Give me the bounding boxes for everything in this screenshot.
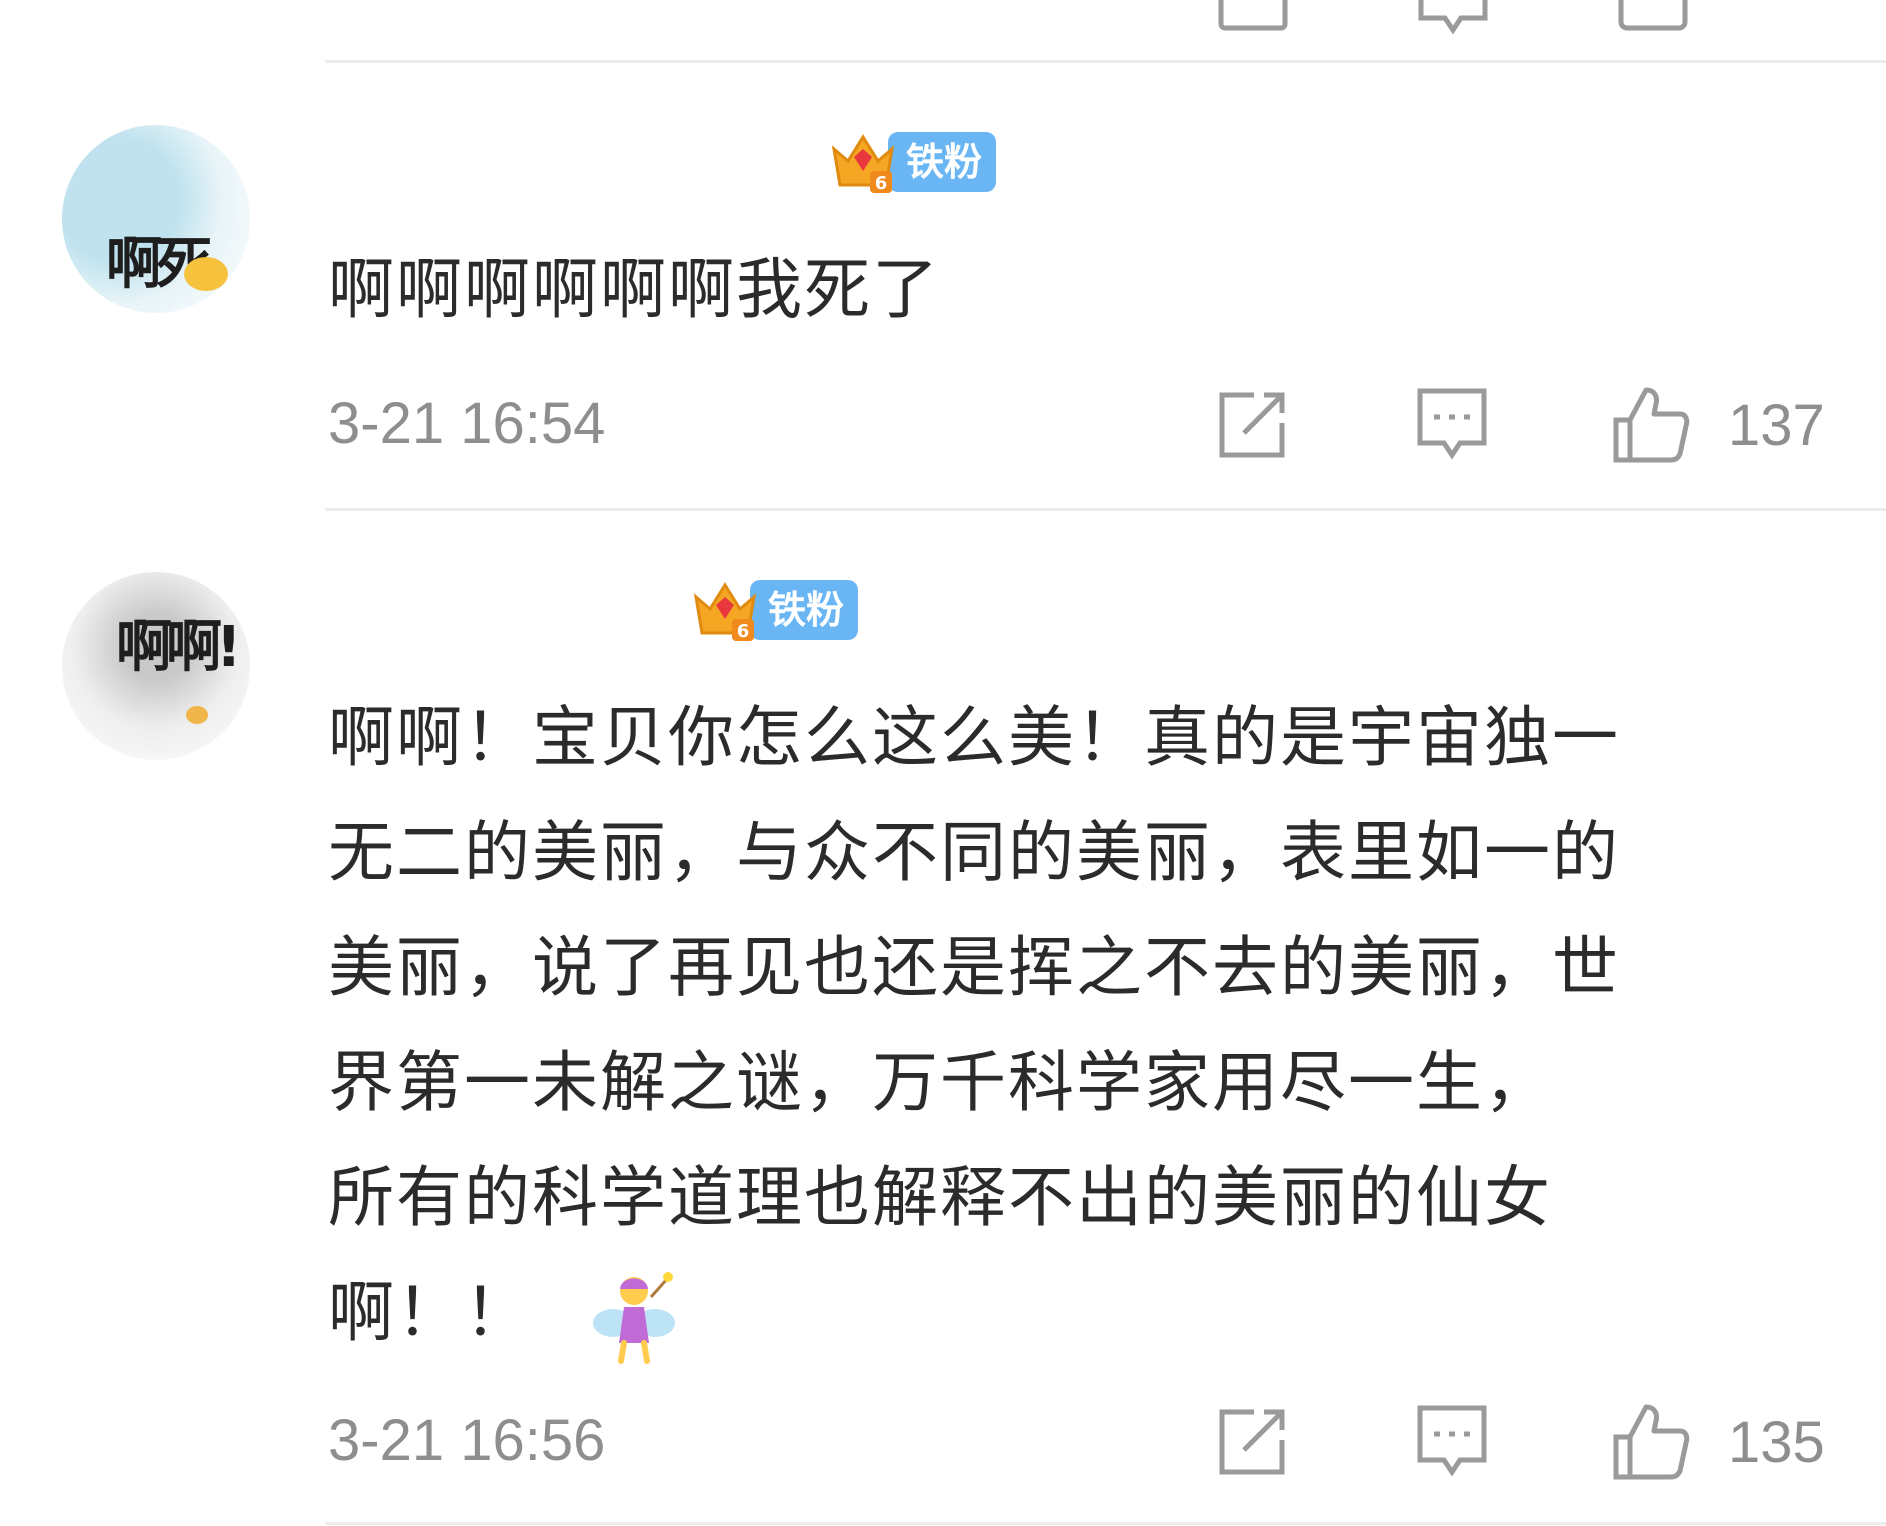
repost-button[interactable] (1214, 380, 1290, 470)
like-button[interactable]: 135 (1610, 1397, 1825, 1487)
like-icon (1613, 387, 1690, 463)
badge-level: 6 (875, 173, 888, 194)
badge-level: 6 (737, 621, 750, 642)
like-icon[interactable] (1615, 0, 1691, 38)
comment-text: 啊啊！宝贝你怎么这么美！真的是宇宙独一 无二的美丽，与众不同的美丽，表里如一的 … (328, 680, 1828, 1370)
avatar[interactable]: 啊死 (62, 125, 250, 313)
like-count: 137 (1728, 392, 1825, 458)
like-button[interactable]: 137 (1610, 380, 1825, 470)
avatar-decoration (184, 257, 228, 291)
fan-badge[interactable]: 6 铁粉 (828, 132, 997, 194)
comment-text-line: 无二的美丽，与众不同的美丽，表里如一的 (328, 814, 1620, 891)
timestamp: 3-21 16:54 (328, 391, 606, 456)
timestamp: 3-21 16:56 (328, 1408, 606, 1473)
previous-comment-actions (0, 0, 1886, 62)
badge-label: 铁粉 (750, 580, 859, 640)
divider (325, 508, 1886, 511)
comment-meta: 3-21 16:56 135 (328, 1397, 1848, 1487)
fairy-emoji-icon (592, 1271, 675, 1364)
comment-text-line: 啊！！ (328, 1274, 532, 1351)
comment-list: 啊死 6 铁粉 啊啊啊啊啊啊我死了 3-21 16:54 137 啊啊! 6 铁… (0, 0, 1886, 1526)
comment-icon (1417, 388, 1487, 460)
badge-label: 铁粉 (888, 132, 997, 192)
comment-text-line-last: 啊！！ (328, 1255, 1828, 1370)
comment-text-line: 界第一未解之谜，万千科学家用尽一生， (328, 1044, 1552, 1121)
comment-meta: 3-21 16:54 137 (328, 380, 1848, 470)
crown-icon: 6 (831, 134, 895, 194)
comment-icon[interactable] (1415, 0, 1491, 42)
comment-text: 啊啊啊啊啊啊我死了 (328, 251, 940, 328)
repost-icon (1219, 392, 1285, 458)
avatar[interactable]: 啊啊! (62, 572, 250, 760)
divider (325, 60, 1886, 63)
comment-button[interactable] (1414, 1397, 1490, 1487)
like-count: 135 (1728, 1409, 1825, 1475)
comment-icon (1417, 1405, 1487, 1477)
repost-icon (1219, 1409, 1285, 1475)
comment-text-line: 美丽，说了再见也还是挥之不去的美丽，世 (328, 929, 1620, 1006)
avatar-text: 啊啊! (116, 615, 242, 680)
repost-icon[interactable] (1215, 0, 1291, 38)
comment-text-line: 啊啊！宝贝你怎么这么美！真的是宇宙独一 (328, 699, 1620, 776)
repost-button[interactable] (1214, 1397, 1290, 1487)
comment-text-line: 所有的科学道理也解释不出的美丽的仙女 (328, 1159, 1552, 1236)
divider (325, 1522, 1886, 1525)
like-icon (1613, 1404, 1690, 1480)
avatar-text: 啊死 (106, 232, 212, 297)
fan-badge[interactable]: 6 铁粉 (690, 580, 859, 642)
comment-button[interactable] (1414, 380, 1490, 470)
crown-icon: 6 (693, 582, 757, 642)
avatar-decoration (186, 706, 208, 724)
